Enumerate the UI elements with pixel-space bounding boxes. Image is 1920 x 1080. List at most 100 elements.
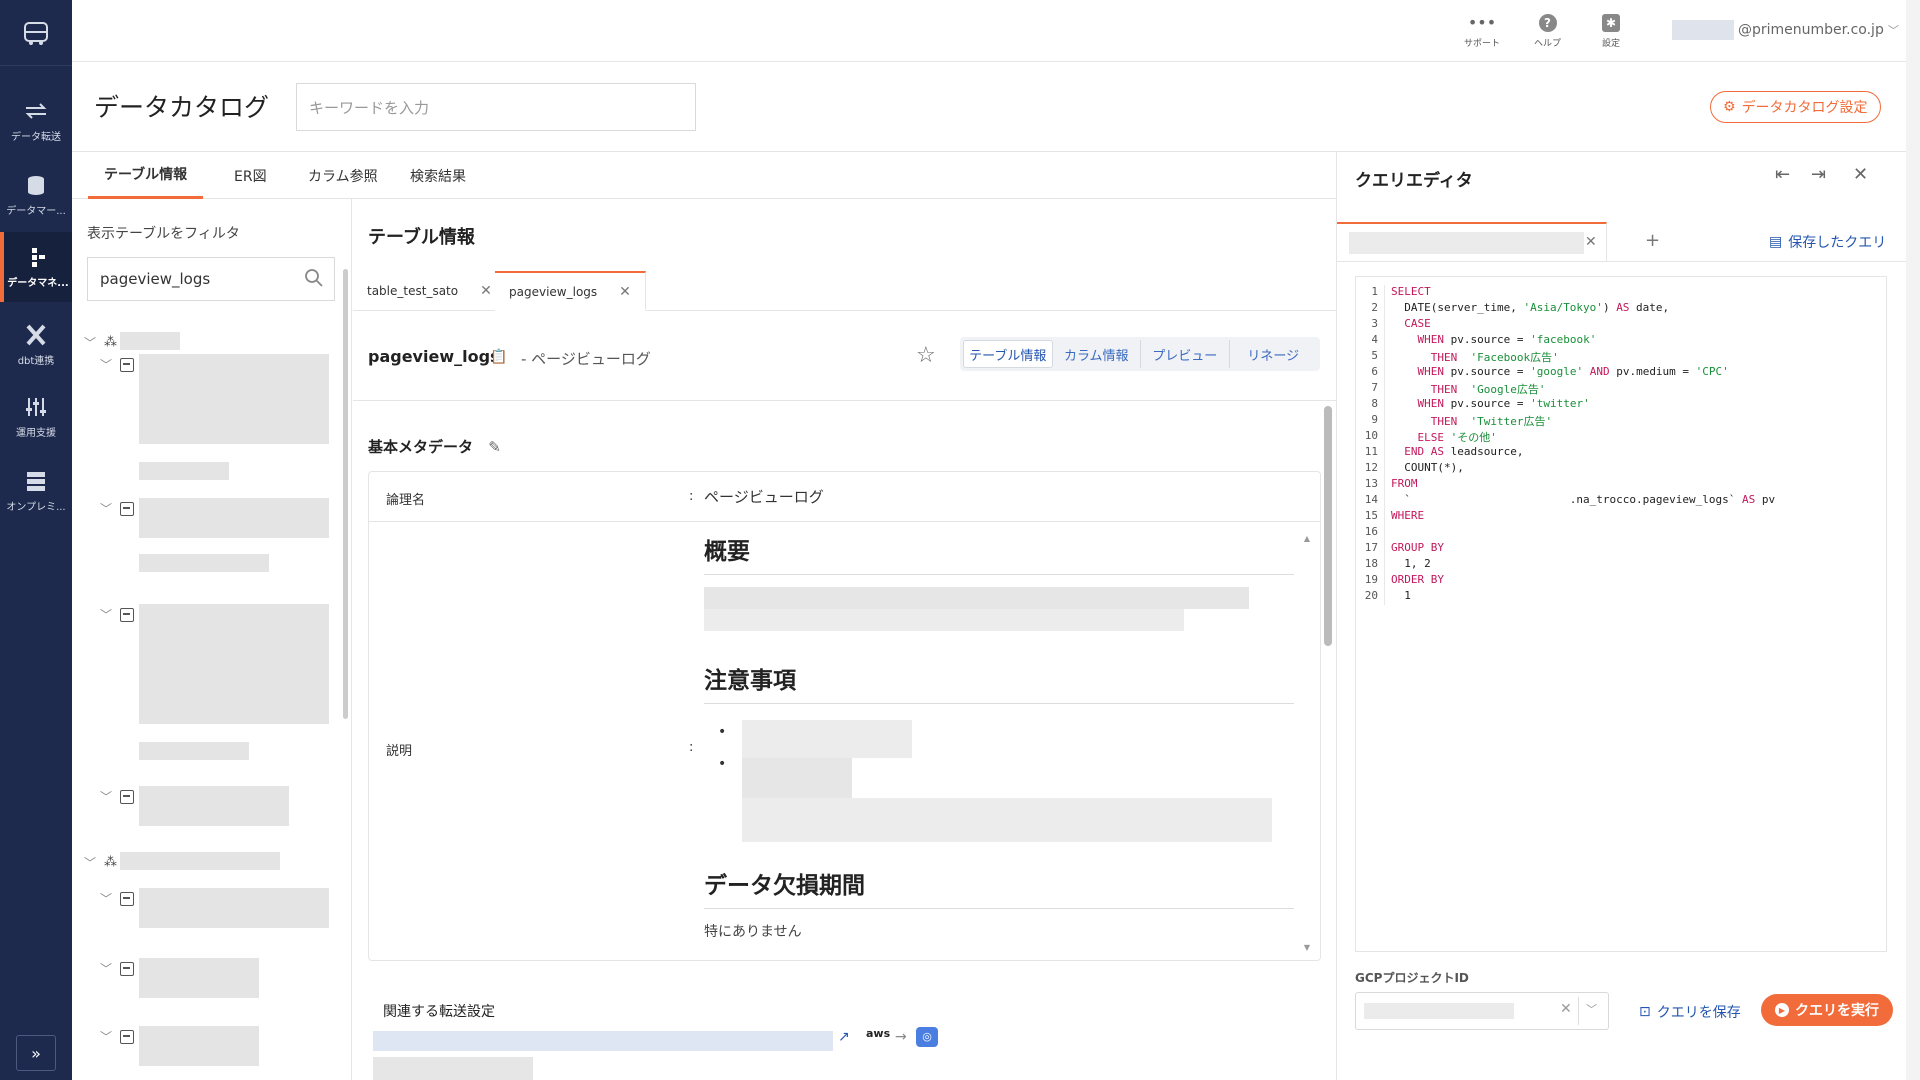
app-logo-icon[interactable] [0,0,72,66]
tree-table-row[interactable]: ﹀ [100,788,134,805]
topbar: ••• サポート ? ヘルプ ✱ 設定 @primenumber.co.jp ﹀ [72,0,1906,62]
user-menu[interactable]: @primenumber.co.jp ﹀ [1672,20,1899,40]
masked-link[interactable] [373,1031,833,1051]
masked-name [139,462,229,480]
nav-onprem[interactable]: オンプレミ... [0,456,72,526]
dataset-icon: ⁂ [104,855,117,870]
tree-table-row[interactable]: ﹀ [100,356,134,373]
tree-dataset-row[interactable]: ﹀ ⁂ [84,334,117,351]
code-text: THEN 'Facebook広告' [1384,349,1559,365]
add-tab-icon[interactable]: + [1645,230,1660,251]
tree-dataset-row[interactable]: ﹀ ⁂ [84,854,117,871]
line-number: 16 [1364,525,1378,538]
code-line: 9 THEN 'Twitter広告' [1356,413,1552,429]
help-button[interactable]: ? ヘルプ [1534,14,1561,49]
pencil-icon[interactable]: ✎ [488,438,501,456]
segment-column-info[interactable]: カラム情報 [1053,340,1141,368]
doc-tab-active[interactable]: pageview_logs ✕ [495,271,646,311]
close-icon[interactable]: ✕ [1853,164,1868,185]
code-line: 3 CASE [1356,317,1431,333]
nav-dbt[interactable]: dbt連携 [0,310,72,380]
dbt-icon [26,324,46,345]
tree-table-row[interactable]: ﹀ [100,606,134,623]
table-header: pageview_logs 📋 - ページビューログ ☆ テーブル情報 カラム情… [353,311,1336,401]
clipboard-icon[interactable]: 📋 [490,349,507,365]
tab-column-reference[interactable]: カラム参照 [292,152,394,199]
clear-icon[interactable]: ✕ [1560,1001,1572,1017]
code-line: 18 1, 2 [1356,557,1431,573]
chevron-down-icon[interactable]: ﹀ [100,1028,114,1045]
close-icon[interactable]: ✕ [619,284,631,300]
table-icon [120,961,134,976]
tree-scrollbar[interactable] [343,269,348,719]
filter-title: 表示テーブルをフィルタ [87,226,240,242]
catalog-icon [32,247,45,267]
close-icon[interactable]: ✕ [480,283,492,299]
chevron-down-icon[interactable]: ﹀ [100,500,114,517]
table-subtitle: - ページビューログ [521,350,651,368]
description-scrollbar[interactable]: ▲ ▼ [1302,534,1312,952]
search-icon[interactable] [304,268,324,288]
segment-preview[interactable]: プレビュー [1141,340,1230,368]
content-scrollbar[interactable] [1324,406,1332,646]
meta-card: 論理名 : ページビューログ 説明 : 概要 注意事項 • • データ欠損期間 … [368,471,1321,961]
tree-table-row[interactable]: ﹀ [100,890,134,907]
segment-lineage[interactable]: リネージ [1230,340,1318,368]
code-text: SELECT [1384,285,1431,301]
code-text: WHEN pv.source = 'twitter' [1384,397,1590,413]
line-number: 8 [1371,397,1378,410]
table-icon [120,357,134,372]
transfer-icon [25,102,47,119]
query-tab[interactable]: ✕ [1337,222,1607,262]
desc-heading: 注意事項 [704,661,1294,704]
collapse-right-icon[interactable]: ⇥ [1811,164,1826,185]
chevron-down-icon[interactable]: ﹀ [84,854,98,871]
collapse-left-icon[interactable]: ⇤ [1775,164,1790,185]
sql-editor[interactable]: 1 SELECT 2 DATE(server_time, 'Asia/Tokyo')… [1355,276,1887,952]
table-icon [120,501,134,516]
tab-table-info[interactable]: テーブル情報 [88,152,204,199]
bigquery-icon: ◎ [916,1027,938,1047]
chevron-down-icon[interactable]: ﹀ [100,356,114,373]
gcp-project-select[interactable]: ✕ ﹀ [1355,992,1609,1030]
nav-data-management[interactable]: データマネ... [0,232,72,302]
window-scrollbar[interactable] [1906,0,1920,1080]
page-title: データカタログ [94,93,270,122]
support-button[interactable]: ••• サポート [1464,14,1501,50]
tree-table-row[interactable]: ﹀ [100,960,134,977]
close-icon[interactable]: ✕ [1585,234,1597,250]
saved-queries-button[interactable]: ▤ 保存したクエリ [1769,232,1886,252]
chevron-down-icon[interactable]: ﹀ [84,334,98,351]
segment-table-info[interactable]: テーブル情報 [963,340,1053,368]
nav-ops[interactable]: 運用支援 [0,382,72,452]
filter-input[interactable]: pageview_logs [87,257,335,301]
support-label: サポート [1464,39,1501,49]
doc-tab-label: pageview_logs [509,284,598,299]
masked-block [139,888,329,928]
query-editor-panel: クエリエディタ ⇤ ⇥ ✕ ✕ + ▤ 保存したクエリ 1 SELECT 2 DAT… [1336,152,1907,1080]
settings-button[interactable]: ✱ 設定 [1602,14,1620,49]
tree-table-row[interactable]: ﹀ [100,500,134,517]
star-icon[interactable]: ☆ [916,343,936,368]
chevron-down-icon[interactable]: ﹀ [100,788,114,805]
doc-tab[interactable]: table_test_sato ✕ [353,271,507,311]
code-line: 20 1 [1356,589,1411,605]
chevron-down-icon[interactable]: ﹀ [1586,1001,1597,1017]
arrow-right-icon: → [895,1029,907,1045]
chevron-down-icon[interactable]: ﹀ [100,960,114,977]
run-query-button[interactable]: ▶ クエリを実行 [1761,994,1893,1026]
chevron-down-icon[interactable]: ﹀ [100,890,114,907]
chevron-down-icon[interactable]: ﹀ [100,606,114,623]
keyword-search-input[interactable]: キーワードを入力 [296,83,696,131]
catalog-settings-button[interactable]: ⚙ データカタログ設定 [1710,91,1881,123]
tree-table-row[interactable]: ﹀ [100,1028,134,1045]
tab-search-results[interactable]: 検索結果 [394,152,482,199]
nav-data-mart[interactable]: データマー... [0,160,72,230]
save-query-button[interactable]: ⊡ クエリを保存 [1639,1002,1741,1022]
tab-er-diagram[interactable]: ER図 [218,152,283,199]
expand-sidebar-button[interactable]: » [16,1035,56,1071]
masked-block [139,958,259,998]
nav-data-transfer[interactable]: データ転送 [0,86,72,156]
external-link-icon[interactable]: ↗ [838,1029,850,1045]
line-number: 4 [1371,333,1378,346]
